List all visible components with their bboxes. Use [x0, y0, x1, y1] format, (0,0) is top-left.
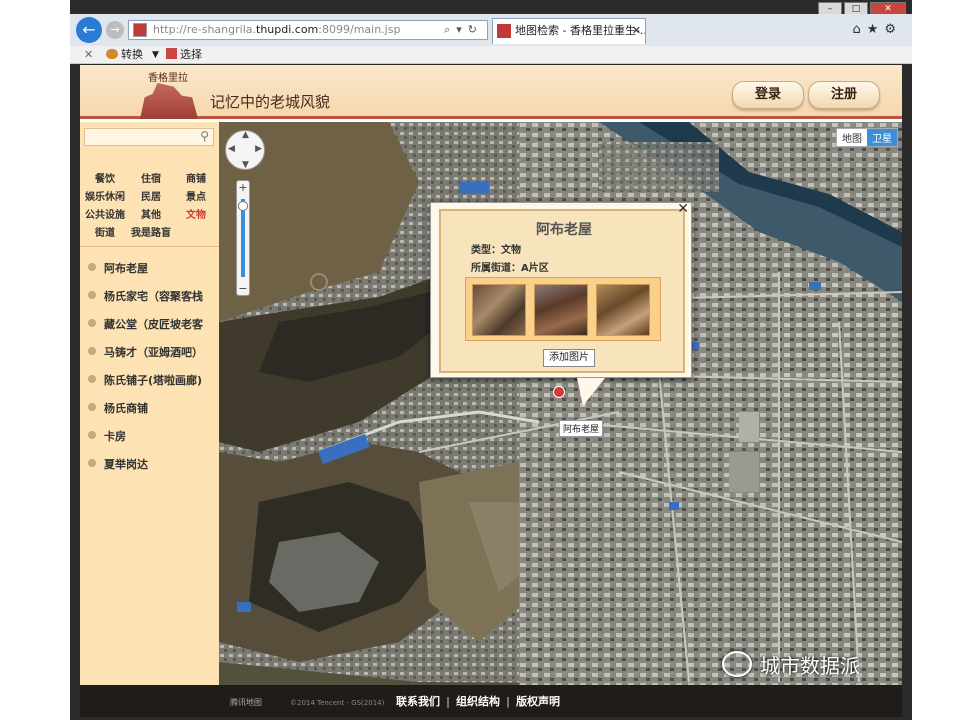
close-icon[interactable]: ✕ [677, 201, 689, 217]
chevron-down-icon[interactable]: ▼ [152, 46, 159, 64]
photo-thumbnail[interactable] [596, 284, 650, 336]
page-icon [133, 23, 147, 37]
url-prefix: http://re-shangrila. [153, 23, 256, 36]
select-button[interactable]: 选择 [166, 46, 202, 64]
logo-building-icon [140, 83, 198, 119]
map-type-switch: 地图 卫星 [836, 128, 898, 147]
satellite-map[interactable]: 地图 卫星 ▲ ◀ ▶ ▼ + − 阿布老屋 类型：文物 所属街道：A片区 添加… [219, 122, 902, 685]
popup-street: 所属街道：A片区 [471, 263, 549, 274]
site-logo[interactable]: 香格里拉 [140, 65, 200, 119]
place-list-item[interactable]: 卡房 [88, 428, 203, 456]
photo-gallery [465, 277, 661, 341]
category-2[interactable]: 商铺 [174, 170, 218, 185]
place-list-item[interactable]: 杨氏商铺 [88, 400, 203, 428]
map-copyright: ©2014 Tencent - GS(2014) [290, 699, 385, 707]
category-0[interactable]: 餐饮 [82, 170, 128, 185]
search-icon[interactable]: ⚲ [200, 129, 209, 143]
place-info-popup: 阿布老屋 类型：文物 所属街道：A片区 添加图片 ✕ [430, 201, 692, 378]
pan-down-icon[interactable]: ▼ [242, 160, 249, 170]
browser-tab[interactable]: 地图检索 - 香格里拉重生-... ✕ [492, 18, 646, 44]
close-icon[interactable]: ✕ [84, 46, 93, 64]
wechat-icon [722, 651, 752, 677]
footer-separator: | [446, 695, 451, 708]
place-list-item[interactable]: 夏举岗达 [88, 456, 203, 484]
login-button[interactable]: 登录 [732, 81, 804, 109]
zoom-slider[interactable]: + − [236, 180, 250, 296]
photo-thumbnail[interactable] [534, 284, 588, 336]
register-button[interactable]: 注册 [808, 81, 880, 109]
sidebar: ⚲ 餐饮 住宿 商铺娱乐休闲 民居 景点公共设施 其他 文物街道 我是路盲 阿布老屋 杨氏家宅（… [80, 122, 219, 685]
zoom-handle[interactable] [238, 201, 248, 211]
select-icon [166, 48, 177, 59]
pan-up-icon[interactable]: ▲ [242, 130, 249, 140]
category-8[interactable]: 文物 [174, 206, 218, 221]
map-provider-label: 腾讯地图 [230, 698, 262, 707]
place-list-item[interactable]: 阿布老屋 [88, 260, 203, 288]
footer-link-copyright[interactable]: 版权声明 [516, 695, 560, 708]
marker-label[interactable]: 阿布老屋 [559, 420, 604, 437]
category-3[interactable]: 娱乐休闲 [82, 188, 128, 203]
zoom-in-icon[interactable]: + [237, 181, 249, 194]
tab-title: 地图检索 - 香格里拉重生-... [515, 24, 646, 37]
category-7[interactable]: 其他 [128, 206, 174, 221]
select-label: 选择 [180, 48, 202, 61]
map-type-map[interactable]: 地图 [837, 129, 867, 146]
category-9[interactable]: 街道 [82, 224, 128, 239]
pan-left-icon[interactable]: ◀ [228, 144, 235, 154]
search-refresh-icons[interactable]: ⌕▾↻ [444, 21, 483, 39]
category-5[interactable]: 景点 [174, 188, 218, 203]
pan-right-icon[interactable]: ▶ [255, 144, 262, 154]
navigation-bar: ← → http://re-shangrila.thupdi.com:8099/… [70, 14, 912, 46]
site-title: 记忆中的老城风貌 [210, 93, 331, 111]
logo-text: 香格里拉 [148, 73, 188, 84]
footer-link-organization[interactable]: 组织结构 [456, 695, 500, 708]
category-6[interactable]: 公共设施 [82, 206, 128, 221]
footer-separator: | [506, 695, 511, 708]
convert-icon [106, 49, 118, 59]
add-photo-button[interactable]: 添加图片 [543, 349, 595, 367]
footer-links: 联系我们 | 组织结构 | 版权声明 [390, 693, 566, 709]
web-page: 香格里拉 记忆中的老城风貌 登录 注册 ⚲ 餐饮 住宿 商铺娱乐休闲 民居 景点公共设施… [80, 65, 902, 717]
address-bar[interactable]: http://re-shangrila.thupdi.com:8099/main… [128, 20, 488, 40]
map-type-satellite[interactable]: 卫星 [867, 129, 897, 146]
url-host: thupdi.com [256, 23, 319, 36]
watermark: 城市数据派 [722, 650, 942, 684]
category-filter: 餐饮 住宿 商铺娱乐休闲 民居 景点公共设施 其他 文物街道 我是路盲 [82, 170, 218, 239]
category-1[interactable]: 住宿 [128, 170, 174, 185]
forward-button[interactable]: → [106, 21, 124, 39]
toolbar-icons[interactable]: ⌂★⚙ [852, 22, 902, 37]
category-10[interactable]: 我是路盲 [128, 224, 174, 239]
popup-pointer [577, 378, 605, 406]
popup-title: 阿布老屋 [536, 222, 592, 238]
search-input[interactable]: ⚲ [84, 128, 214, 146]
popup-type: 类型：文物 [471, 245, 521, 256]
site-footer: 腾讯地图 ©2014 Tencent - GS(2014) 联系我们 | 组织结构 |… [80, 685, 902, 717]
location-marker-icon[interactable] [553, 386, 565, 398]
place-list-item[interactable]: 陈氏铺子(塔啦画廊) [88, 372, 203, 400]
tab-page-icon [497, 24, 511, 38]
convert-button[interactable]: 转换 [106, 46, 143, 64]
site-header: 香格里拉 记忆中的老城风貌 登录 注册 [80, 65, 902, 119]
place-list: 阿布老屋 杨氏家宅（容聚客栈 藏公堂（皮匠坡老客 马铸才（亚姆酒吧） 陈氏铺子(塔啦画廊… [88, 260, 203, 484]
sidebar-divider [80, 246, 219, 247]
place-list-item[interactable]: 马铸才（亚姆酒吧） [88, 344, 203, 372]
category-4[interactable]: 民居 [128, 188, 174, 203]
back-button[interactable]: ← [76, 17, 102, 43]
command-bar: ✕ 转换 ▼ 选择 [70, 46, 912, 64]
zoom-out-icon[interactable]: − [237, 282, 249, 295]
photo-thumbnail[interactable] [472, 284, 526, 336]
url-suffix: :8099/main.jsp [318, 23, 401, 36]
place-list-item[interactable]: 杨氏家宅（容聚客栈 [88, 288, 203, 316]
convert-label: 转换 [121, 48, 143, 61]
tab-close-icon[interactable]: ✕ [632, 19, 641, 43]
footer-link-contact[interactable]: 联系我们 [396, 695, 440, 708]
pan-control[interactable]: ▲ ◀ ▶ ▼ [225, 130, 265, 170]
place-list-item[interactable]: 藏公堂（皮匠坡老客 [88, 316, 203, 344]
browser-window: – □ ✕ ← → http://re-shangrila.thupdi.com… [70, 0, 912, 720]
watermark-text: 城市数据派 [760, 654, 860, 678]
